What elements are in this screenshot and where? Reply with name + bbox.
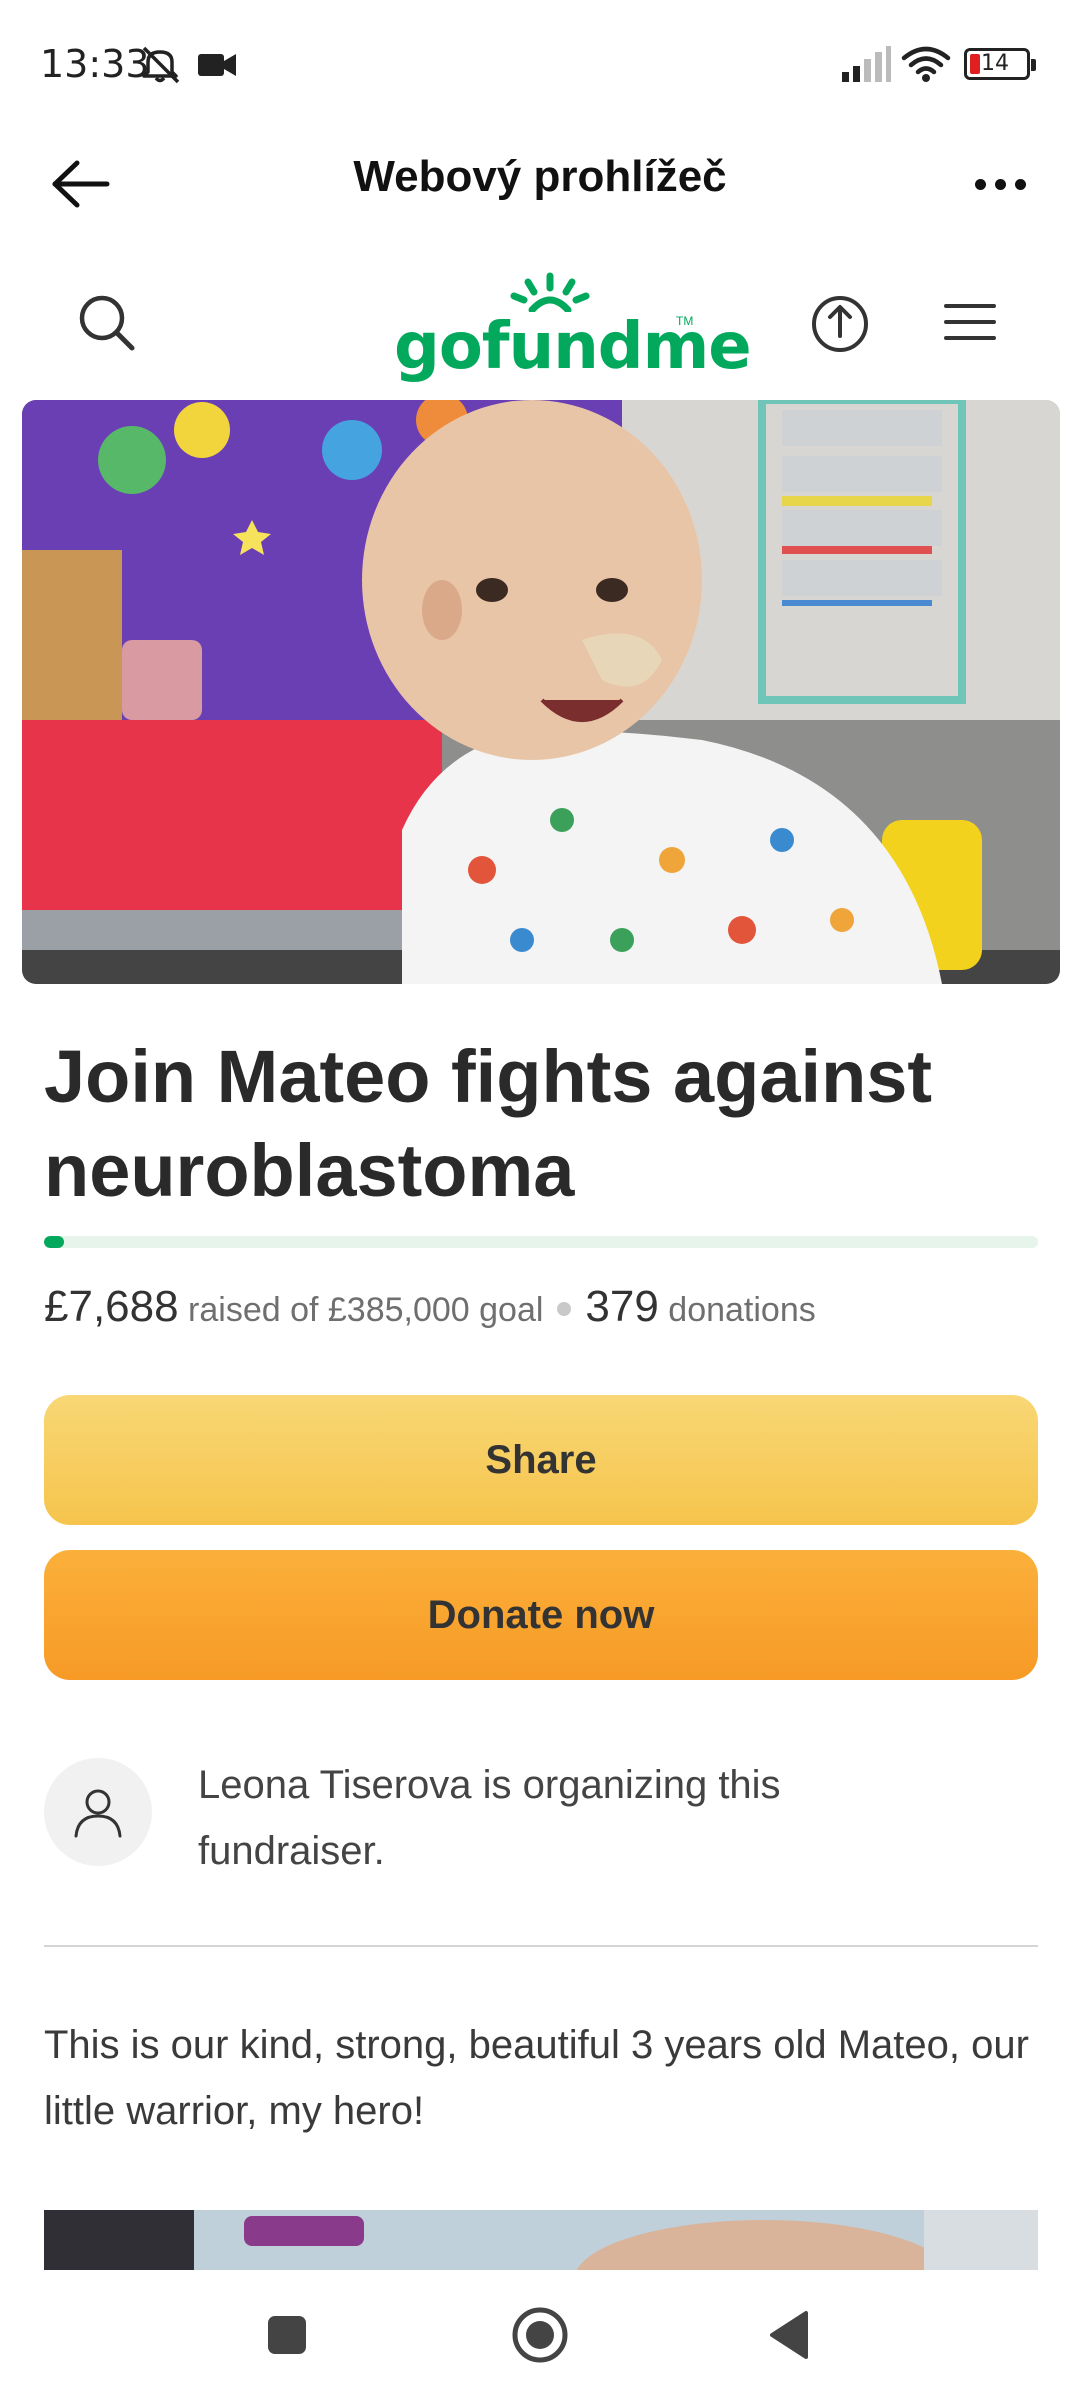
campaign-hero-image[interactable] — [22, 400, 1060, 984]
story-image[interactable] — [44, 2210, 1038, 2270]
user-icon — [74, 1789, 122, 1838]
recents-square-icon — [268, 2316, 306, 2354]
battery-icon: 14 — [964, 48, 1036, 80]
video-camera-icon — [198, 54, 236, 76]
mute-icon — [142, 46, 180, 84]
progress-fill — [44, 1236, 64, 1248]
fundraiser-stats: £7,688 raised of £385,000 goal 379 donati… — [44, 1282, 816, 1332]
more-options-button[interactable] — [960, 144, 1040, 224]
share-upload-icon — [812, 296, 868, 352]
app-bar: Webový prohlížeč — [0, 130, 1080, 240]
signal-icon — [842, 46, 891, 82]
search-icon — [79, 295, 135, 351]
donations-count: 379 — [585, 1282, 659, 1331]
donations-label: donations — [668, 1291, 816, 1329]
back-triangle-icon — [770, 2311, 808, 2359]
share-page-button[interactable] — [800, 282, 880, 362]
wifi-icon — [901, 46, 951, 82]
organizer-text: Leona Tiserova is organizing this fundra… — [198, 1763, 781, 1873]
status-bar: 13:33 14 — [0, 0, 1080, 130]
search-button[interactable] — [66, 282, 146, 362]
home-circle-icon — [512, 2307, 568, 2363]
share-button[interactable]: Share — [44, 1395, 1038, 1525]
separator-dot — [557, 1302, 572, 1317]
recents-button[interactable] — [252, 2300, 322, 2370]
menu-icon — [944, 304, 996, 340]
story-text: This is our kind, strong, beautiful 3 ye… — [44, 2023, 1029, 2133]
site-header: gofundme TM — [0, 258, 1080, 388]
status-time: 13:33 — [40, 42, 150, 86]
story-photo — [44, 2210, 1038, 2270]
menu-button[interactable] — [930, 282, 1010, 362]
divider — [44, 1945, 1038, 1947]
progress-bar — [44, 1236, 1038, 1248]
donate-now-button[interactable]: Donate now — [44, 1550, 1038, 1680]
logo-tm: TM — [676, 314, 694, 328]
amount-raised: £7,688 — [44, 1282, 179, 1331]
battery-level: 14 — [981, 51, 1009, 76]
home-button[interactable] — [505, 2300, 575, 2370]
logo-text: gofundme — [394, 310, 752, 384]
gofundme-logo[interactable]: gofundme TM — [390, 270, 752, 384]
hero-photo — [22, 400, 1060, 984]
organizer-avatar[interactable] — [44, 1758, 152, 1866]
logo-sun-icon — [510, 272, 590, 312]
system-nav-bar — [0, 2270, 1080, 2400]
campaign-title: Join Mateo fights against neuroblastoma — [44, 1035, 933, 1212]
app-title: Webový prohlížeč — [353, 152, 727, 201]
system-back-button[interactable] — [755, 2300, 825, 2370]
raised-label: raised of £385,000 goal — [188, 1291, 544, 1329]
more-dots-icon — [974, 178, 986, 190]
